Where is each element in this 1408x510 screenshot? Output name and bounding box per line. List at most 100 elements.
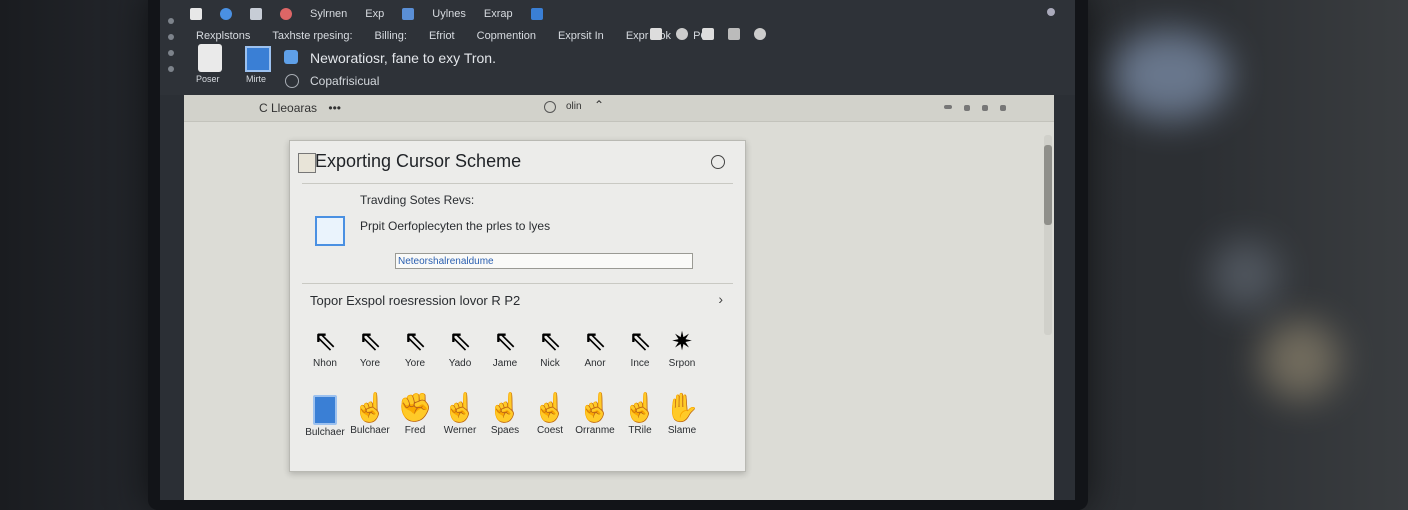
cursor-option[interactable]: ✷ Srpon [662, 326, 702, 386]
cursor-option[interactable]: ✋ Slame [662, 393, 702, 453]
scrollbar-thumb[interactable] [1044, 145, 1052, 225]
toolbar-label[interactable]: Exrap [484, 8, 513, 20]
menu-item[interactable]: Copmention [477, 30, 536, 42]
lightbulb-cursor-icon: ✷ [671, 326, 693, 356]
cursor-option[interactable]: ☝ Spaes [485, 393, 525, 453]
toolbar-label[interactable]: Exp [365, 8, 384, 20]
menu-item[interactable]: Rexplstons [196, 30, 250, 42]
cursor-option[interactable]: ☝ Werner [440, 393, 480, 453]
chevron-right-icon[interactable]: › [718, 291, 723, 307]
hand-cursor-icon: ☝ [532, 392, 568, 423]
arrow-cursor-icon: ⇖ [358, 325, 382, 356]
hand-cursor-icon: ✋ [664, 392, 700, 423]
menu-item[interactable]: Taxhste rpesing: [272, 30, 352, 42]
arrow-cursor-icon: ⇖ [628, 325, 652, 356]
restore-icon[interactable] [982, 105, 988, 111]
menu-item[interactable]: Billing: [375, 30, 407, 42]
toolbar-label[interactable]: Uylnes [432, 8, 466, 20]
scrollbar[interactable] [1044, 135, 1052, 335]
breadcrumb[interactable]: C Lleoaras ••• [259, 101, 341, 115]
window-control-icon[interactable] [1047, 8, 1055, 16]
cursor-label: Yore [359, 358, 381, 369]
more-icon[interactable]: ••• [328, 101, 341, 115]
tool-dot[interactable] [168, 18, 174, 24]
menu-item[interactable]: Efriot [429, 30, 455, 42]
search-icon[interactable] [544, 101, 556, 113]
cursor-label: Orranme [575, 425, 615, 436]
hand-cursor-icon: ☝ [352, 392, 388, 423]
tool-rail [168, 18, 174, 72]
window-icon[interactable] [190, 8, 202, 20]
hand-cursor-icon: ☝ [577, 392, 613, 423]
maximize-icon[interactable] [964, 105, 970, 111]
cursor-option[interactable]: ✊ Fred [395, 393, 435, 453]
export-cursor-dialog: Exporting Cursor Scheme Travding Sotes R… [289, 140, 746, 472]
scheme-name-input[interactable] [395, 253, 693, 269]
cursor-label: Fred [404, 425, 426, 436]
tool-dot[interactable] [168, 66, 174, 72]
cursor-option[interactable]: Bulchaer [305, 393, 345, 453]
cursor-option[interactable]: ☝ Coest [530, 393, 570, 453]
flag-icon[interactable] [650, 28, 662, 40]
cursor-option[interactable]: ⇖ Yore [350, 326, 390, 386]
blue-block-cursor-icon [313, 395, 337, 425]
description-text: Prpit Oerfoplecyten the prles to lyes [360, 219, 551, 233]
chevron-up-icon[interactable]: ⌃ [594, 98, 604, 112]
cursor-label: Srpon [668, 358, 696, 369]
cursor-option[interactable]: ⇖ Jame [485, 326, 525, 386]
document-icon[interactable] [250, 8, 262, 20]
monitor-icon [315, 216, 345, 246]
cursor-option[interactable]: ⇖ Nhon [305, 326, 345, 386]
background-blur [1110, 30, 1230, 120]
background-blur [1210, 240, 1280, 310]
search-icon[interactable] [220, 8, 232, 20]
background-blur [1260, 320, 1340, 400]
cursor-label: Slame [667, 425, 697, 436]
help-icon[interactable] [711, 155, 725, 169]
dialog-title: Exporting Cursor Scheme [315, 151, 522, 171]
grid-icon[interactable] [530, 8, 543, 20]
cursor-option[interactable]: ⇖ Yado [440, 326, 480, 386]
tool-dot[interactable] [168, 34, 174, 40]
cursor-label: Bulchaer [305, 427, 345, 438]
document-icon [298, 153, 316, 173]
palette-icon[interactable] [280, 8, 292, 20]
puzzle-icon[interactable] [728, 28, 740, 40]
cursor-label: Bulchaer [350, 425, 390, 436]
cursor-option[interactable]: ☝ Bulchaer [350, 393, 390, 453]
cursor-label: Werner [443, 425, 477, 436]
settings-icon[interactable] [284, 50, 298, 64]
cursor-label: Yore [404, 358, 426, 369]
arrow-cursor-icon: ⇖ [583, 325, 607, 356]
cursor-option[interactable]: ⇖ Ince [620, 326, 660, 386]
cursor-option[interactable]: ☝ TRile [620, 393, 660, 453]
cursor-label: Coest [536, 425, 564, 436]
cursor-label: Jame [492, 358, 518, 369]
arrow-cursor-icon: ⇖ [403, 325, 427, 356]
monitor-label: Mirte [246, 74, 266, 84]
cursor-option[interactable]: ⇖ Yore [395, 326, 435, 386]
cursor-label: Anor [584, 358, 606, 369]
app-window: Sylrnen Exp Uylnes Exrap Rexplstons Taxh… [160, 0, 1075, 500]
refresh-icon[interactable] [285, 74, 299, 88]
minimize-icon[interactable] [944, 105, 952, 109]
tool-dot[interactable] [168, 50, 174, 56]
cursor-label: Nick [540, 358, 560, 369]
toolbar: Sylrnen Exp Uylnes Exrap Rexplstons Taxh… [160, 0, 1075, 95]
monitor-icon[interactable] [245, 46, 271, 72]
close-icon[interactable] [1000, 105, 1006, 111]
hand-cursor-icon: ☝ [622, 392, 658, 423]
window-controls [944, 105, 1006, 111]
bookmark-icon[interactable] [702, 28, 714, 40]
cursor-option[interactable]: ⇖ Nick [530, 326, 570, 386]
cursor-option[interactable]: ⇖ Anor [575, 326, 615, 386]
toolbar-label[interactable]: Sylrnen [310, 8, 347, 20]
layers-icon[interactable] [402, 8, 415, 20]
cursor-label: TRile [628, 425, 652, 436]
power-icon[interactable] [198, 44, 222, 72]
chat-icon[interactable] [754, 28, 766, 40]
menu-item[interactable]: Exprsit In [558, 30, 604, 42]
cursor-option[interactable]: ☝ Orranme [575, 393, 615, 453]
divider [302, 183, 733, 184]
music-icon[interactable] [676, 28, 688, 40]
